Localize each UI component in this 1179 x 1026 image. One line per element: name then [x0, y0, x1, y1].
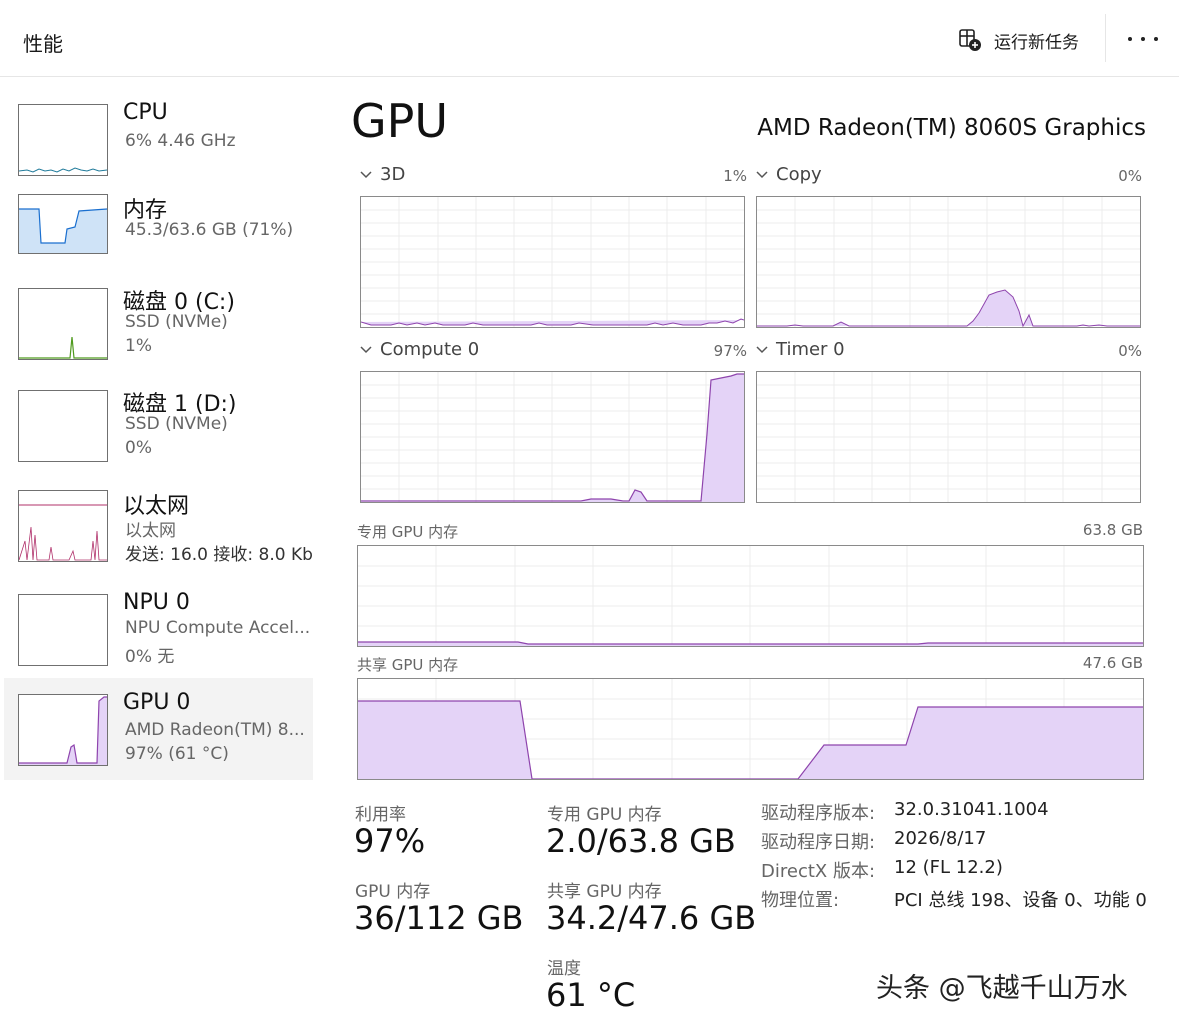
memory-thumbnail-graph: [18, 194, 108, 254]
gpu-memory-value: 36/112 GB: [354, 899, 524, 937]
dedicated-memory-label: 专用 GPU 内存: [357, 523, 459, 541]
disk0-thumbnail-graph: [18, 288, 108, 360]
sidebar-item-gpu0[interactable]: GPU 0 AMD Radeon(TM) 8... 97% (61 °C): [4, 678, 313, 780]
engine-selector-3d[interactable]: 3D: [360, 164, 405, 185]
engine-selector-copy[interactable]: Copy: [756, 164, 822, 185]
chevron-down-icon: [756, 170, 768, 178]
driver-date-value: 2026/8/17: [894, 828, 987, 849]
graph-dedicated-memory: [357, 545, 1144, 647]
engine-label: Copy: [776, 164, 822, 185]
engine-selector-compute[interactable]: Compute 0: [360, 339, 479, 360]
sidebar-item-subtitle: SSD (NVMe): [125, 312, 228, 332]
driver-version-value: 32.0.31041.1004: [894, 799, 1049, 820]
chevron-down-icon: [360, 345, 372, 353]
more-horizontal-icon: [1128, 37, 1132, 41]
sidebar-item-npu[interactable]: NPU 0 NPU Compute Accel... 0% 无: [4, 580, 313, 682]
shared-memory-label: 共享 GPU 内存: [357, 656, 459, 674]
npu-thumbnail-graph: [18, 594, 108, 666]
sidebar-item-subtitle: 以太网: [125, 521, 176, 541]
dedicated-memory-max: 63.8 GB: [1082, 521, 1143, 539]
sidebar-item-title: NPU 0: [123, 590, 190, 615]
utilization-value: 97%: [354, 822, 426, 860]
chevron-down-icon: [756, 345, 768, 353]
run-task-icon: [959, 29, 981, 51]
disk1-thumbnail-graph: [18, 390, 108, 462]
sidebar-item-title: CPU: [123, 100, 168, 125]
graph-3d: [360, 196, 745, 328]
directx-version-value: 12 (FL 12.2): [894, 857, 1003, 878]
engine-value: 1%: [723, 167, 747, 185]
more-options-button[interactable]: [1128, 28, 1158, 50]
engine-label: Timer 0: [776, 339, 845, 360]
engine-label: 3D: [380, 164, 406, 185]
run-new-task-button[interactable]: 运行新任务: [958, 26, 1079, 54]
gpu0-thumbnail-graph: [18, 694, 108, 766]
temperature-value: 61 °C: [546, 976, 636, 1014]
header-divider: [1105, 14, 1106, 62]
more-dot: [1154, 37, 1158, 41]
sidebar-item-ethernet[interactable]: 以太网 以太网 发送: 16.0 接收: 8.0 Kb: [4, 478, 313, 580]
sidebar-item-subtitle: 45.3/63.6 GB (71%): [125, 220, 294, 240]
engine-label: Compute 0: [380, 339, 480, 360]
sidebar: CPU 6% 4.46 GHz 内存 45.3/63.6 GB (71%) 磁盘…: [0, 90, 320, 790]
sidebar-item-disk0[interactable]: 磁盘 0 (C:) SSD (NVMe) 1%: [4, 274, 313, 376]
watermark-text: 头条 @飞越千山万水: [876, 973, 1128, 1004]
sidebar-item-memory[interactable]: 内存 45.3/63.6 GB (71%): [4, 182, 313, 284]
sidebar-item-subtitle: SSD (NVMe): [125, 414, 228, 434]
graph-timer: [756, 371, 1141, 503]
engine-selector-timer[interactable]: Timer 0: [756, 339, 845, 360]
engine-value: 0%: [1118, 167, 1142, 185]
engine-value: 0%: [1118, 342, 1142, 360]
driver-date-key: 驱动程序日期:: [761, 832, 876, 853]
ethernet-thumbnail-graph: [18, 490, 108, 562]
header-bar: 性能 运行新任务: [0, 0, 1179, 77]
chevron-down-icon: [360, 170, 372, 178]
more-dot: [1141, 37, 1145, 41]
gpu-device-name: AMD Radeon(TM) 8060S Graphics: [757, 115, 1146, 141]
graph-shared-memory: [357, 678, 1144, 780]
sidebar-item-subtitle: AMD Radeon(TM) 8...: [125, 720, 305, 740]
shared-usage-value: 34.2/47.6 GB: [546, 899, 757, 937]
sidebar-item-subtitle: 6% 4.46 GHz: [125, 131, 236, 151]
sidebar-item-disk1[interactable]: 磁盘 1 (D:) SSD (NVMe) 0%: [4, 376, 313, 478]
engine-value: 97%: [713, 342, 747, 360]
graph-compute: [360, 371, 745, 503]
main-heading: GPU: [351, 94, 449, 148]
cpu-thumbnail-graph: [18, 104, 108, 176]
dedicated-usage-value: 2.0/63.8 GB: [546, 822, 736, 860]
sidebar-item-cpu[interactable]: CPU 6% 4.46 GHz: [4, 90, 313, 192]
shared-memory-max: 47.6 GB: [1082, 654, 1143, 672]
sidebar-item-subtitle: NPU Compute Accel...: [125, 618, 311, 638]
graph-copy: [756, 196, 1141, 328]
sidebar-item-throughput: 发送: 16.0 接收: 8.0 Kb: [125, 545, 313, 565]
driver-version-key: 驱动程序版本:: [761, 803, 876, 824]
directx-version-key: DirectX 版本:: [761, 861, 876, 882]
sidebar-item-usage: 0% 无: [125, 647, 175, 667]
physical-location-key: 物理位置:: [761, 890, 840, 911]
page-title: 性能: [23, 32, 63, 56]
sidebar-item-usage: 1%: [125, 336, 152, 356]
sidebar-item-usage: 0%: [125, 438, 152, 458]
physical-location-value: PCI 总线 198、设备 0、功能 0: [894, 890, 1147, 911]
run-task-label: 运行新任务: [994, 32, 1079, 53]
sidebar-item-title: GPU 0: [123, 690, 191, 715]
sidebar-item-usage: 97% (61 °C): [125, 744, 229, 764]
